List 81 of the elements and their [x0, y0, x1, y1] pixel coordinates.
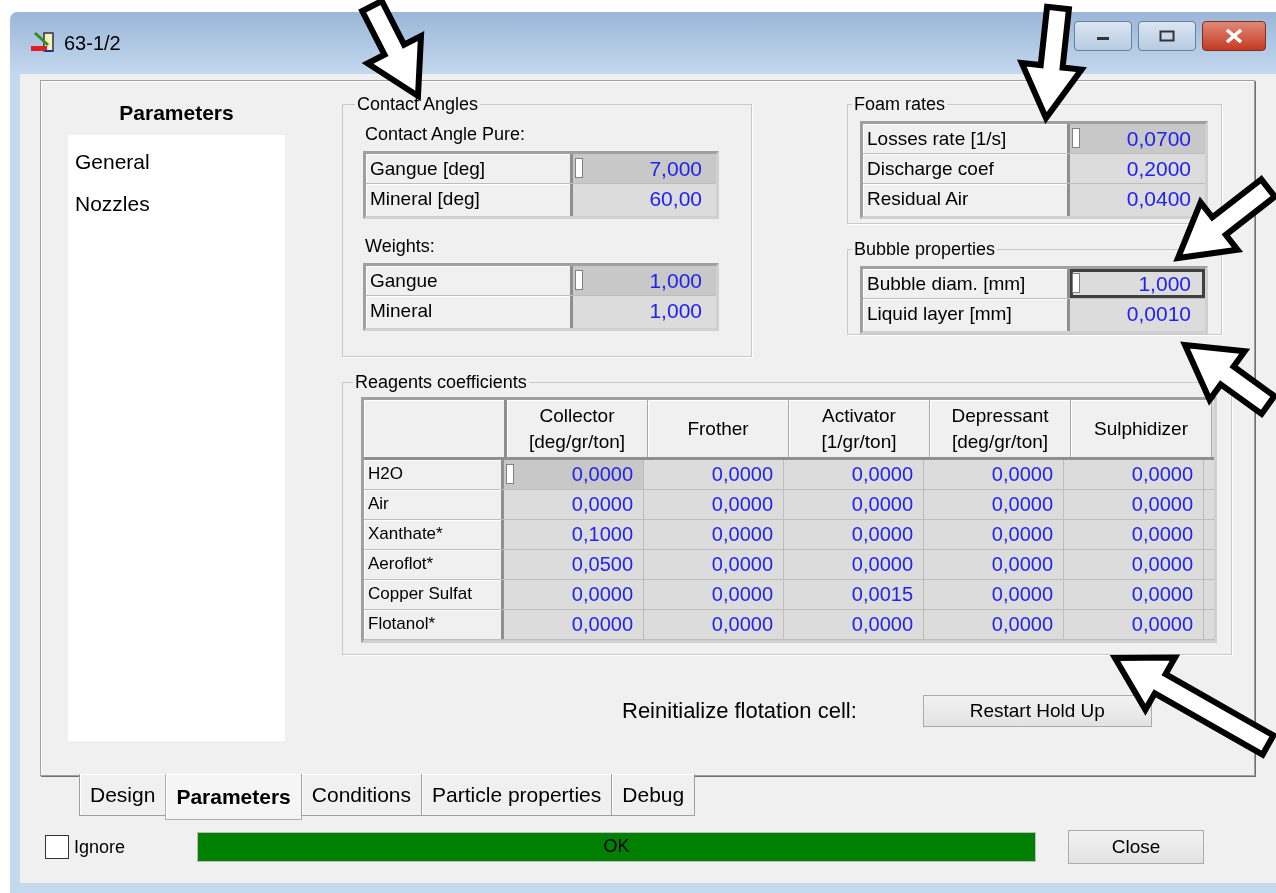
reinitialize-label: Reinitialize flotation cell:	[622, 698, 857, 724]
parameter-label: Bubble diam. [mm]	[863, 269, 1070, 298]
table-cell[interactable]: 0,0000	[504, 460, 644, 489]
table-cell[interactable]: 0,0000	[924, 550, 1064, 579]
column-header: Depressant [deg/gr/ton]	[930, 400, 1071, 457]
table-cell[interactable]: 0,0000	[924, 460, 1064, 489]
close-dialog-button[interactable]: Close	[1068, 830, 1205, 864]
tab[interactable]: Design	[79, 774, 167, 816]
table-cell[interactable]: 0,0000	[1064, 520, 1204, 549]
table-cell[interactable]: 0,0000	[504, 490, 644, 519]
table-cell[interactable]: 0,0000	[784, 490, 924, 519]
table-cell[interactable]: 0,0000	[924, 520, 1064, 549]
group-title: Reagents coefficients	[354, 373, 528, 391]
column-header: Activator [1/gr/ton]	[789, 400, 930, 457]
column-header: Collector [deg/gr/ton]	[507, 400, 648, 457]
table-cell[interactable]: 0,0000	[644, 580, 784, 609]
table-cell[interactable]: 0,0000	[784, 550, 924, 579]
table-cell[interactable]: 0,0000	[644, 610, 784, 639]
app-icon	[30, 31, 56, 55]
row-header: Air	[364, 490, 504, 519]
parameter-label: Gangue [deg]	[366, 154, 573, 183]
tab[interactable]: Debug	[611, 774, 696, 816]
checkbox[interactable]	[45, 835, 69, 859]
tab[interactable]: Particle properties	[421, 774, 613, 816]
value-cell[interactable]: 7,000	[573, 154, 716, 183]
table-cell[interactable]: 0,0000	[784, 520, 924, 549]
maximize-icon	[1159, 30, 1175, 42]
parameter-label: Mineral	[366, 296, 573, 328]
table-cell[interactable]: 0,0000	[644, 490, 784, 519]
row-header: Xanthate*	[364, 520, 504, 549]
minimize-button[interactable]	[1074, 21, 1132, 51]
table-cell[interactable]: 0,0000	[1064, 550, 1204, 579]
table-cell[interactable]: 0,0000	[924, 580, 1064, 609]
value-cell[interactable]: 1,000	[1070, 269, 1205, 298]
sidebar-title: Parameters	[118, 101, 235, 126]
table-cell[interactable]: 0,0500	[504, 550, 644, 579]
tab[interactable]: Conditions	[300, 774, 423, 816]
parameter-label: Discharge coef	[863, 154, 1070, 183]
table-cell[interactable]: 0,0000	[644, 550, 784, 579]
sidebar-item[interactable]: General	[68, 141, 285, 183]
table-cell[interactable]: 0,0000	[1064, 610, 1204, 639]
parameter-label: Losses rate [1/s]	[863, 124, 1070, 153]
table-cell[interactable]: 0,0000	[784, 610, 924, 639]
row-header: Copper Sulfat	[364, 580, 504, 609]
parameter-label: Liquid layer [mm]	[863, 299, 1070, 331]
value-cell[interactable]: 0,0700	[1070, 124, 1205, 153]
parameter-label: Mineral [deg]	[366, 184, 573, 216]
tab[interactable]: Parameters	[165, 774, 302, 820]
close-icon	[1225, 29, 1243, 43]
group-label: Weights:	[365, 235, 436, 257]
window-title: 63-1/2	[64, 31, 121, 55]
table-cell[interactable]: 0,0000	[504, 610, 644, 639]
table-cell[interactable]: 0,0000	[644, 520, 784, 549]
restart-button[interactable]: Restart Hold Up	[922, 695, 1152, 727]
value-cell[interactable]: 1,000	[573, 266, 716, 295]
group-label: Contact Angle Pure:	[365, 123, 527, 145]
table-cell[interactable]: 0,0000	[504, 580, 644, 609]
table-cell[interactable]: 0,0000	[1064, 580, 1204, 609]
table-cell[interactable]: 0,0000	[924, 490, 1064, 519]
table-cell[interactable]: 0,0000	[1064, 490, 1204, 519]
maximize-button[interactable]	[1138, 21, 1196, 51]
sidebar-item[interactable]: Nozzles	[68, 183, 285, 225]
table-cell[interactable]: 0,0000	[644, 460, 784, 489]
table-cell[interactable]: 0,0000	[1064, 460, 1204, 489]
row-header: Aeroflot*	[364, 550, 504, 579]
table-cell[interactable]: 0,0015	[784, 580, 924, 609]
close-button[interactable]	[1202, 21, 1266, 51]
row-header: Flotanol*	[364, 610, 504, 639]
status-text: OK	[602, 836, 631, 857]
column-header: Sulphidizer	[1071, 400, 1212, 457]
table-cell[interactable]: 0,0000	[784, 460, 924, 489]
checkbox-label: Ignore	[74, 836, 126, 858]
table-cell[interactable]: 0,0000	[924, 610, 1064, 639]
parameter-label: Residual Air	[863, 184, 1070, 216]
row-header: H2O	[364, 460, 504, 489]
parameter-label: Gangue	[366, 266, 573, 295]
column-header: Frother	[648, 400, 789, 457]
group-title: Contact Angles	[356, 95, 480, 113]
group-title: Bubble properties	[853, 240, 997, 258]
group-title: Foam rates	[853, 95, 947, 113]
table-cell[interactable]: 0,1000	[504, 520, 644, 549]
